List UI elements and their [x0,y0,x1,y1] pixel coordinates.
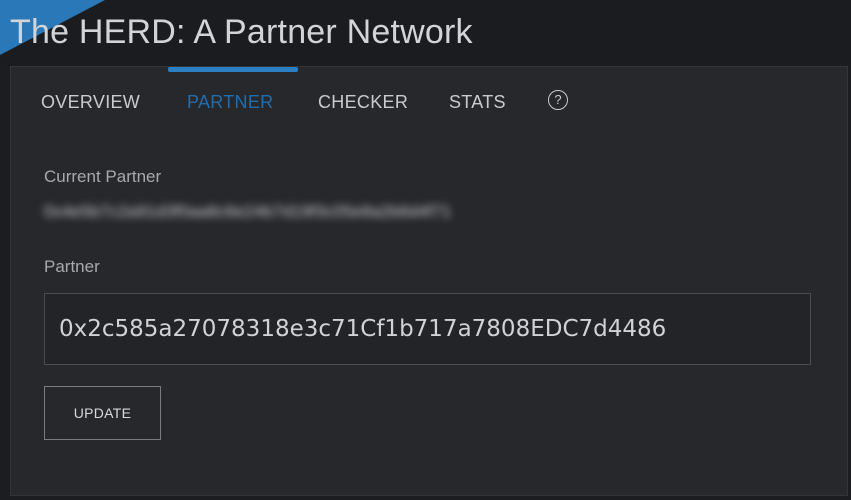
app-window: The HERD: A Partner Network OVERVIEW PAR… [0,0,851,500]
current-partner-value: 0x4e5b7c2a91d3f0aa8c6e24b7d19f3c05e8a2b6… [44,202,452,221]
help-icon[interactable]: ? [548,90,568,110]
tab-stats[interactable]: STATS [449,92,506,113]
update-button[interactable]: UPDATE [44,386,161,440]
tab-checker[interactable]: CHECKER [318,92,408,113]
partner-label: Partner [44,257,100,276]
tab-partner[interactable]: PARTNER [187,92,273,113]
tab-overview[interactable]: OVERVIEW [41,92,140,113]
partner-panel: OVERVIEW PARTNER CHECKER STATS ? Current… [10,66,848,496]
title-bar: The HERD: A Partner Network [0,0,851,66]
active-tab-indicator [168,67,298,72]
current-partner-label: Current Partner [44,167,162,186]
partner-address-input[interactable] [44,293,811,365]
tab-bar: OVERVIEW PARTNER CHECKER STATS ? [11,67,847,135]
app-title: The HERD: A Partner Network [10,13,473,51]
